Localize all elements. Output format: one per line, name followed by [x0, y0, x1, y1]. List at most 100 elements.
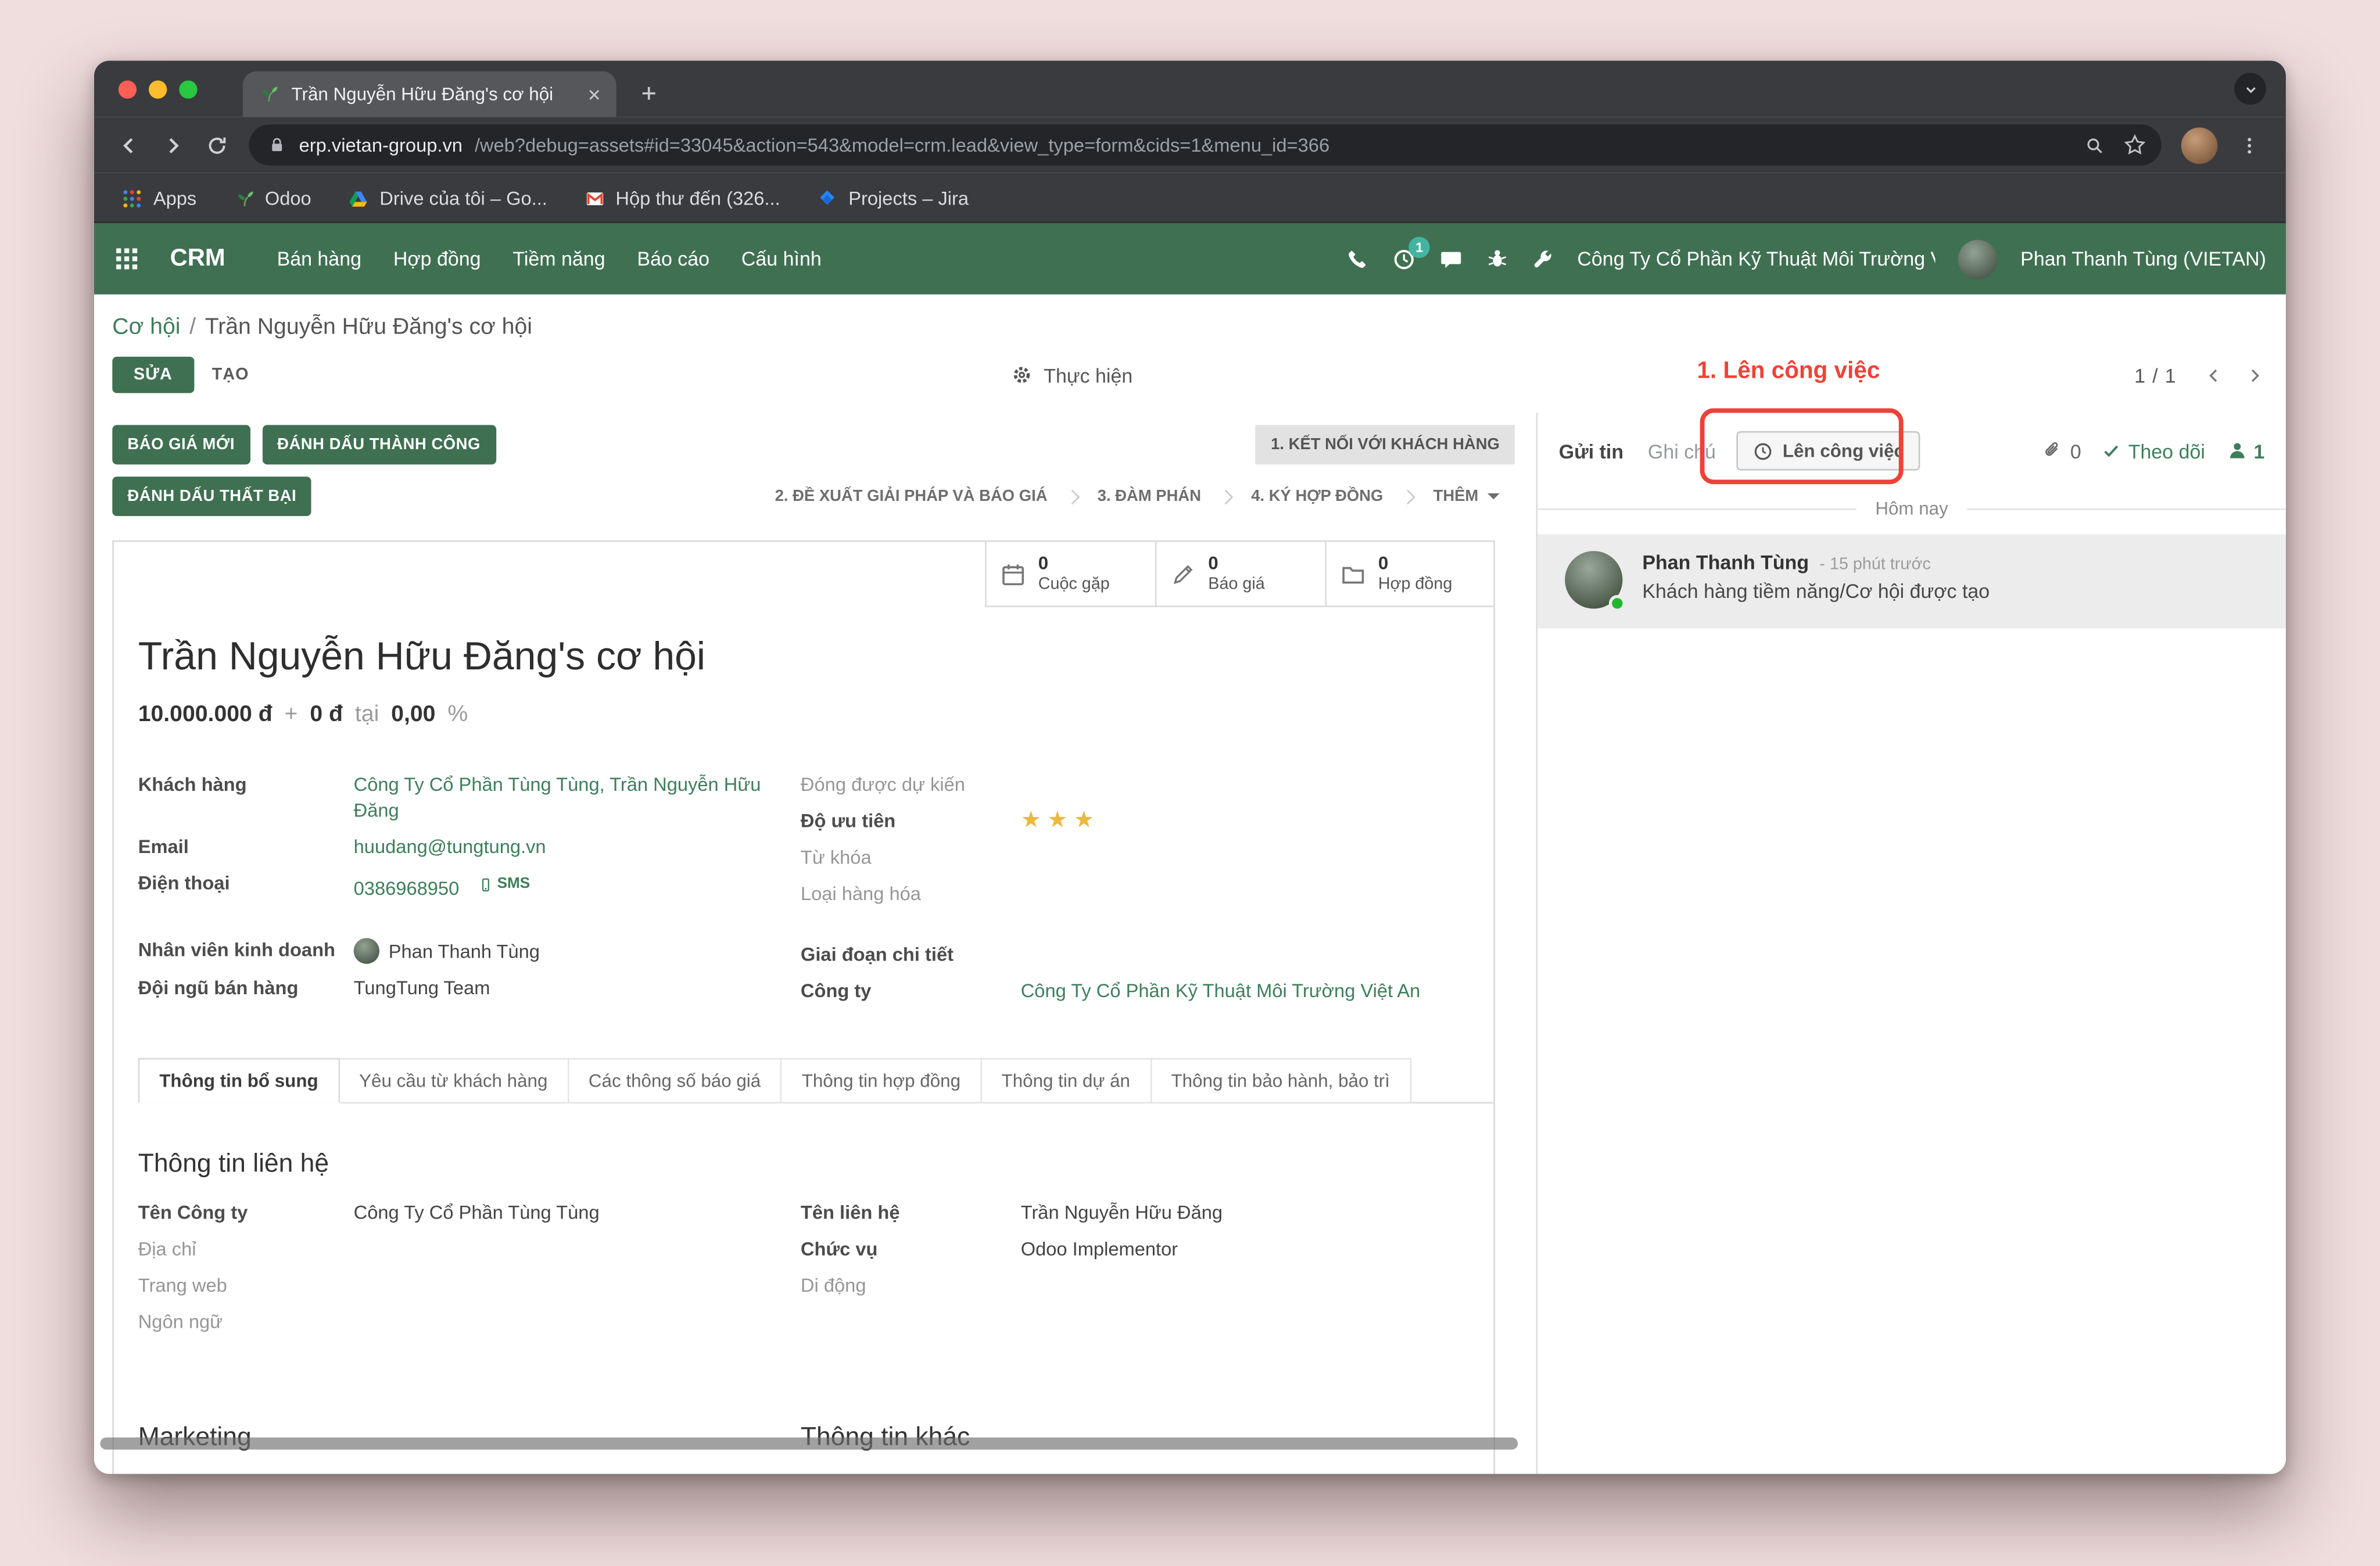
- meetings-stat-button[interactable]: 0Cuộc gặp: [985, 540, 1155, 607]
- action-menu-button[interactable]: Thực hiện: [1012, 364, 1132, 386]
- app-name[interactable]: CRM: [170, 245, 225, 273]
- date-divider: Hôm nay: [1537, 498, 2286, 519]
- gear-icon: [1012, 364, 1033, 386]
- tab-quote-params[interactable]: Các thông số báo giá: [569, 1058, 782, 1103]
- forward-button[interactable]: [150, 123, 195, 167]
- stage-connect-customer[interactable]: 1. KẾT NỐI VỚI KHÁCH HÀNG: [1256, 425, 1515, 464]
- tab-additional-info[interactable]: Thông tin bổ sung: [138, 1058, 339, 1103]
- apps-menu-icon[interactable]: [114, 246, 139, 271]
- salesperson-field[interactable]: Phan Thanh Tùng: [354, 937, 801, 965]
- product-type-field[interactable]: [1021, 882, 1463, 908]
- zoom-icon[interactable]: [2084, 134, 2106, 156]
- contact-heading: Thông tin liên hệ: [138, 1149, 801, 1179]
- chatter-toolbar: Gửi tin Ghi chú Lên công việc 0: [1537, 413, 2286, 486]
- wrench-icon[interactable]: [1532, 248, 1554, 270]
- bookmark-jira[interactable]: Projects – Jira: [816, 188, 969, 209]
- apps-grid-icon: [121, 188, 143, 209]
- drive-icon: [347, 188, 369, 209]
- company-name-field[interactable]: Công Ty Cổ Phần Tùng Tùng: [354, 1201, 801, 1226]
- menu-hop-dong[interactable]: Hợp đồng: [393, 248, 481, 270]
- contact-name-field[interactable]: Trần Nguyễn Hữu Đăng: [1021, 1201, 1463, 1226]
- language-field[interactable]: [354, 1310, 801, 1335]
- check-icon: [2102, 442, 2120, 460]
- minimize-window-button[interactable]: [149, 80, 167, 98]
- user-avatar[interactable]: [1958, 239, 1998, 278]
- tags-field[interactable]: [1021, 845, 1463, 871]
- stage-negotiation[interactable]: 3. ĐÀM PHÁN: [1083, 476, 1217, 516]
- address-field[interactable]: [354, 1237, 801, 1263]
- phone-link[interactable]: 0386968950: [354, 878, 460, 900]
- attachments-button[interactable]: 0: [2041, 439, 2081, 462]
- sms-button[interactable]: SMS: [478, 871, 531, 897]
- close-window-button[interactable]: [119, 80, 137, 98]
- activities-badge: 1: [1408, 236, 1430, 257]
- quotations-stat-button[interactable]: 0Báo giá: [1155, 540, 1325, 607]
- priority-stars[interactable]: ★★★: [1021, 809, 1463, 834]
- tab-close-icon[interactable]: [585, 84, 604, 104]
- bookmark-star-icon[interactable]: [2123, 134, 2146, 156]
- log-note-button[interactable]: Ghi chú: [1648, 439, 1716, 462]
- bookmark-apps[interactable]: Apps: [121, 188, 196, 209]
- browser-window: Trần Nguyễn Hữu Đăng's cơ hội: [94, 60, 2286, 1474]
- reload-button[interactable]: [194, 123, 238, 167]
- new-quotation-button[interactable]: BÁO GIÁ MỚI: [112, 425, 250, 464]
- mobile-field[interactable]: [1021, 1274, 1463, 1299]
- browser-menu-kebab-icon[interactable]: [2227, 123, 2271, 167]
- messages-icon[interactable]: [1439, 246, 1464, 271]
- zoom-window-button[interactable]: [179, 80, 197, 98]
- expected-closing-field[interactable]: [1021, 773, 1463, 798]
- stage-sign-contract[interactable]: 4. KÝ HỢP ĐỒNG: [1236, 476, 1398, 516]
- email-link[interactable]: huudang@tungtung.vn: [354, 835, 801, 861]
- address-bar[interactable]: erp.vietan-group.vn/web?debug=assets#id=…: [249, 124, 2161, 166]
- horizontal-scrollbar[interactable]: [100, 1438, 1518, 1450]
- stage-detail-field[interactable]: [1021, 943, 1463, 968]
- message-author: Phan Thanh Tùng: [1642, 551, 1809, 574]
- company-switcher[interactable]: Công Ty Cổ Phần Kỹ Thuật Môi Trường Vi..…: [1577, 248, 1935, 270]
- user-menu[interactable]: Phan Thanh Tùng (VIETAN): [2020, 248, 2266, 270]
- bookmark-odoo[interactable]: Odoo: [233, 188, 311, 209]
- back-button[interactable]: [106, 123, 150, 167]
- stage-more-button[interactable]: THÊM: [1418, 476, 1515, 516]
- menu-bao-cao[interactable]: Báo cáo: [637, 248, 709, 270]
- recurring-amount: 0 đ: [310, 701, 343, 727]
- clock-icon: [1754, 441, 1773, 461]
- job-position-field[interactable]: Odoo Implementor: [1021, 1237, 1463, 1263]
- browser-profile-avatar[interactable]: [2181, 127, 2218, 163]
- pager-previous-icon[interactable]: [2204, 365, 2224, 385]
- menu-ban-hang[interactable]: Bán hàng: [277, 248, 361, 270]
- sales-team-field[interactable]: TungTung Team: [354, 975, 801, 1001]
- mark-lost-button[interactable]: ĐÁNH DẤU THẤT BẠI: [112, 476, 311, 516]
- tab-customer-request[interactable]: Yêu cầu từ khách hàng: [339, 1058, 569, 1103]
- customer-link[interactable]: Công Ty Cổ Phần Tùng Tùng, Trần Nguyễn H…: [354, 773, 801, 825]
- tab-project-info[interactable]: Thông tin dự án: [982, 1058, 1152, 1103]
- tab-warranty-info[interactable]: Thông tin bảo hành, bảo trì: [1152, 1058, 1411, 1103]
- pager-value[interactable]: 1 / 1: [2134, 364, 2177, 386]
- tab-search-button[interactable]: [2234, 73, 2266, 105]
- send-message-button[interactable]: Gửi tin: [1559, 439, 1623, 462]
- contracts-stat-button[interactable]: 0Hợp đồng: [1325, 540, 1495, 607]
- create-button[interactable]: TẠO: [193, 357, 267, 393]
- schedule-activity-button[interactable]: Lên công việc: [1737, 431, 1921, 471]
- phone-icon[interactable]: [1346, 248, 1369, 270]
- company-link[interactable]: Công Ty Cổ Phần Kỹ Thuật Môi Trường Việt…: [1021, 979, 1463, 1005]
- browser-toolbar: erp.vietan-group.vn/web?debug=assets#id=…: [94, 117, 2286, 173]
- browser-tab[interactable]: Trần Nguyễn Hữu Đăng's cơ hội: [243, 71, 616, 117]
- pencil-icon: [1170, 561, 1196, 586]
- activities-clock-icon[interactable]: 1: [1392, 246, 1417, 271]
- menu-tiem-nang[interactable]: Tiềm năng: [512, 248, 605, 270]
- new-tab-button[interactable]: [628, 73, 668, 112]
- bookmark-gmail[interactable]: Hộp thư đến (326...: [584, 188, 780, 209]
- gmail-icon: [584, 188, 605, 209]
- tab-contract-info[interactable]: Thông tin hợp đồng: [782, 1058, 982, 1103]
- edit-button[interactable]: SỬA: [112, 357, 193, 393]
- follow-button[interactable]: Theo dõi: [2102, 439, 2205, 462]
- pager-next-icon[interactable]: [2245, 365, 2264, 385]
- bookmark-drive[interactable]: Drive của tôi – Go...: [347, 188, 547, 209]
- mark-won-button[interactable]: ĐÁNH DẤU THÀNH CÔNG: [262, 425, 496, 464]
- bug-icon[interactable]: [1486, 248, 1509, 270]
- menu-cau-hinh[interactable]: Cấu hình: [741, 248, 822, 270]
- breadcrumb-parent-link[interactable]: Cơ hội: [112, 314, 180, 340]
- stage-proposal[interactable]: 2. ĐỀ XUẤT GIẢI PHÁP VÀ BÁO GIÁ: [759, 476, 1062, 516]
- website-field[interactable]: [354, 1274, 801, 1299]
- followers-button[interactable]: 1: [2226, 439, 2264, 462]
